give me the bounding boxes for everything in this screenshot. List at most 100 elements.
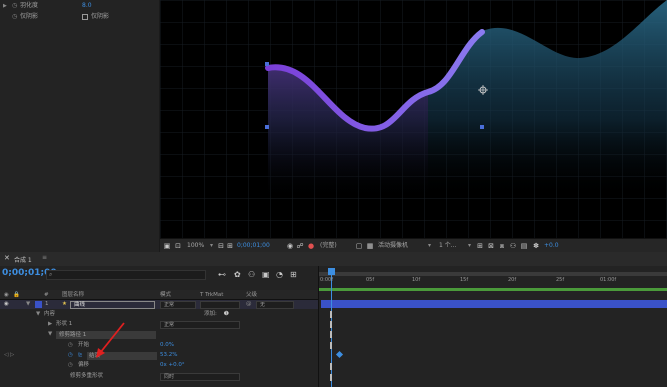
property-row-contents[interactable]: ▼ 内容 添加: ➊	[0, 310, 318, 319]
property-row-trim-paths[interactable]: ▼ 修剪路径 1	[0, 330, 318, 339]
comp-flowchart-icon[interactable]: ⊷	[218, 270, 226, 279]
property-name: 偏移	[78, 362, 90, 368]
property-row-offset[interactable]: ◷ 偏移 0x +0.0°	[0, 361, 318, 370]
timeline-icon[interactable]: ⧈	[498, 242, 506, 250]
snapshot-icon[interactable]: ⊡	[174, 242, 182, 250]
grid-icon[interactable]: ▤	[520, 242, 528, 250]
zoom-dropdown[interactable]: 100%	[187, 241, 204, 251]
timeline-track-area[interactable]	[318, 266, 667, 387]
property-row-end[interactable]: ◁ ▷ ◷ ⊵ 结束 53.2%	[0, 351, 318, 360]
frame-blending-icon[interactable]: ▣	[262, 270, 270, 279]
expand-triangle-icon[interactable]: ▼	[48, 330, 52, 339]
expand-triangle-icon[interactable]: ▼	[36, 310, 40, 319]
fit-icon[interactable]: ⊟	[217, 242, 225, 250]
effect-name: 羽化度	[20, 2, 39, 9]
resolution-dropdown[interactable]: (完整)	[320, 241, 337, 251]
tab-menu-icon[interactable]: ≡	[42, 254, 47, 261]
playhead-handle[interactable]	[328, 268, 335, 275]
trim-mode-dropdown[interactable]: 同时	[160, 372, 240, 381]
column-parent[interactable]: 父级	[246, 290, 257, 300]
graph-icon[interactable]: ⊞	[290, 270, 297, 279]
blend-mode-dropdown[interactable]: 正常	[160, 320, 240, 329]
expand-triangle-icon[interactable]: ▶	[48, 320, 52, 329]
expand-triangle-icon[interactable]: ▼	[26, 300, 30, 309]
checkbox-icon[interactable]	[82, 14, 88, 20]
draft-3d-icon[interactable]: ✿	[234, 270, 241, 279]
keyframe-marker[interactable]	[330, 363, 332, 370]
property-value[interactable]: 0x +0.0°	[160, 361, 185, 370]
stopwatch-icon[interactable]: ◷	[68, 341, 73, 350]
search-input[interactable]: ⌕	[46, 270, 206, 280]
bezier-handle[interactable]	[265, 125, 269, 129]
keyframe-nav-prev-icon[interactable]: ◁	[4, 351, 8, 360]
keyframe-marker[interactable]	[330, 321, 332, 328]
property-row-trim-multiple[interactable]: 修剪多重形状 同时	[0, 372, 318, 381]
camera-dropdown-arrow[interactable]: ▾	[428, 241, 431, 251]
property-value[interactable]: 0.0%	[160, 341, 174, 350]
transparency-grid-icon[interactable]: ▦	[366, 242, 374, 250]
timeline-switches: ⊷ ✿ ⚇ ▣ ◔ ⊞	[216, 270, 316, 282]
property-row-shape1[interactable]: ▶ 形状 1 正常	[0, 320, 318, 329]
show-snapshot-icon[interactable]: ☍	[296, 242, 304, 250]
effect-controls-panel: ▶ ◷ 羽化度 8.0 ◷ 仅阴影 仅阴影	[0, 0, 160, 255]
property-row-start[interactable]: ◷ 开始 0.0%	[0, 341, 318, 350]
flowchart-icon[interactable]: ⚇	[509, 242, 517, 250]
views-dropdown[interactable]: 1 个...	[439, 241, 456, 251]
keyframe-marker[interactable]	[330, 342, 332, 349]
visibility-icon[interactable]: ◉	[4, 300, 9, 309]
stopwatch-active-icon[interactable]: ◷	[68, 351, 73, 360]
ruler-tick: 01:00f	[600, 277, 617, 283]
bezier-handle[interactable]	[480, 125, 484, 129]
stopwatch-icon[interactable]: ◷	[12, 12, 17, 22]
reset-exposure-icon[interactable]: ✽	[532, 242, 540, 250]
stopwatch-icon[interactable]: ◷	[68, 361, 73, 370]
property-value[interactable]: 53.2%	[160, 351, 177, 360]
column-layer-name[interactable]: 图层名称	[62, 290, 84, 300]
keyframe-diamond[interactable]	[335, 350, 344, 359]
parent-dropdown[interactable]: 无	[256, 300, 294, 309]
keyframe-marker[interactable]	[330, 374, 332, 381]
exposure-value[interactable]: +0.0	[544, 241, 559, 251]
label-color-swatch[interactable]	[35, 301, 42, 308]
graph-icon[interactable]: ⊵	[78, 351, 83, 360]
motion-blur-icon[interactable]: ◔	[276, 270, 283, 279]
effect-value[interactable]: 8.0	[82, 1, 92, 11]
ruler-tick: 25f	[556, 277, 565, 283]
close-icon[interactable]: ✕	[4, 254, 10, 262]
timecode-display[interactable]: 0;00;01;00	[237, 241, 270, 251]
column-mode[interactable]: 模式	[160, 290, 171, 300]
add-circle-icon[interactable]: ➊	[224, 310, 229, 319]
hide-shy-icon[interactable]: ⚇	[248, 270, 255, 279]
keyframe-marker[interactable]	[330, 311, 332, 318]
layer-duration-bar[interactable]	[321, 300, 667, 308]
bezier-handle[interactable]	[265, 62, 269, 66]
effect-name: 仅阴影	[20, 13, 39, 20]
pickwhip-icon[interactable]: @	[246, 300, 252, 309]
mode-dropdown[interactable]: 正常	[160, 300, 196, 309]
composition-viewer[interactable]	[160, 0, 667, 238]
fast-preview-icon[interactable]: ⊠	[487, 242, 495, 250]
work-area-bar[interactable]	[319, 272, 667, 276]
zoom-dropdown-arrow[interactable]: ▾	[210, 241, 213, 251]
safe-zone-icon[interactable]: ⊞	[226, 242, 234, 250]
keyframe-marker[interactable]	[330, 331, 332, 338]
layer-row-1[interactable]: ◉ ▼ 1 ★ 曲线 正常 @ 无	[0, 300, 318, 309]
trkmat-dropdown[interactable]	[200, 300, 240, 309]
current-time-display[interactable]: 0;00;01;00	[0, 267, 57, 280]
property-name: 修剪多重形状	[70, 373, 104, 379]
region-of-interest-icon[interactable]: ▢	[355, 242, 363, 250]
keyframe-nav-next-icon[interactable]: ▷	[10, 351, 14, 360]
layer-name[interactable]: 曲线	[70, 300, 155, 309]
color-channel-icon[interactable]: ●	[307, 242, 315, 250]
expand-triangle-icon[interactable]: ▶	[3, 1, 7, 11]
camera-dropdown[interactable]: 活动摄像机	[378, 241, 408, 251]
stopwatch-icon[interactable]: ◷	[12, 1, 17, 11]
column-trkmat[interactable]: T TrkMat	[200, 290, 223, 300]
views-dropdown-arrow[interactable]: ▾	[468, 241, 471, 251]
toggle-pixel-icon[interactable]: ⊞	[476, 242, 484, 250]
add-label[interactable]: 添加:	[204, 310, 217, 319]
tab-composition[interactable]: 合成 1	[14, 255, 32, 264]
monitor-icon[interactable]: ▣	[163, 242, 171, 250]
checkbox-label: 仅阴影	[91, 13, 110, 20]
camera-icon[interactable]: ◉	[286, 242, 294, 250]
